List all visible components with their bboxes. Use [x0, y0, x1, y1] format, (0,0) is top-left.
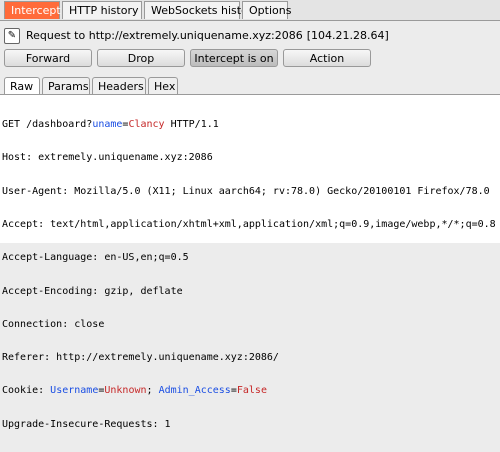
- request-line: GET /dashboard?uname=Clancy HTTP/1.1: [2, 119, 219, 131]
- tab-websockets-history[interactable]: WebSockets history: [144, 1, 259, 19]
- tab-http-history[interactable]: HTTP history: [62, 1, 142, 19]
- subtab-hex[interactable]: Hex: [148, 77, 178, 94]
- request-url: http://extremely.uniquename.xyz:2086: [88, 29, 303, 42]
- cookie-value-admin-access: False: [236, 385, 267, 397]
- cookie-value-username: Unknown: [104, 385, 147, 397]
- accept-language-header: Accept-Language: en-US,en;q=0.5: [2, 252, 189, 264]
- subtab-headers[interactable]: Headers: [92, 77, 146, 94]
- upgrade-insecure-requests-header: Upgrade-Insecure-Requests: 1: [2, 418, 171, 430]
- tab-intercept[interactable]: Intercept: [4, 1, 61, 19]
- connection-header: Connection: close: [2, 318, 105, 330]
- user-agent-header: User-Agent: Mozilla/5.0 (X11; Linux aarc…: [2, 185, 490, 197]
- cookie-name-admin-access: Admin_Access: [158, 385, 231, 397]
- main-tab-bar: Intercept HTTP history WebSockets histor…: [0, 0, 500, 21]
- request-target-line: ✎ Request to http://extremely.uniquename.…: [4, 27, 389, 45]
- cookie-name-username: Username: [50, 385, 99, 397]
- raw-request-editor[interactable]: GET /dashboard?uname=Clancy HTTP/1.1 Hos…: [0, 94, 500, 430]
- pencil-icon[interactable]: ✎: [4, 28, 20, 44]
- subtab-raw[interactable]: Raw: [4, 77, 40, 94]
- accept-header: Accept: text/html,application/xhtml+xml,…: [2, 219, 496, 231]
- subtab-params[interactable]: Params: [42, 77, 90, 94]
- host-header: Host: extremely.uniquename.xyz:2086: [2, 152, 213, 164]
- message-view-tabs: Raw Params Headers Hex: [0, 77, 500, 94]
- action-button[interactable]: Action: [283, 49, 371, 67]
- query-param-value: Clancy: [128, 119, 165, 131]
- query-param-name: uname: [92, 119, 123, 131]
- referer-header: Referer: http://extremely.uniquename.xyz…: [2, 352, 279, 364]
- accept-encoding-header: Accept-Encoding: gzip, deflate: [2, 285, 183, 297]
- request-ip: [104.21.28.64]: [306, 29, 389, 42]
- cookie-header: Cookie: Username=Unknown; Admin_Access=F…: [2, 385, 267, 397]
- forward-button[interactable]: Forward: [4, 49, 92, 67]
- drop-button[interactable]: Drop: [97, 49, 185, 67]
- intercept-toggle-button[interactable]: Intercept is on: [190, 49, 278, 67]
- request-to-label: Request to: [26, 29, 89, 42]
- tab-options[interactable]: Options: [242, 1, 291, 19]
